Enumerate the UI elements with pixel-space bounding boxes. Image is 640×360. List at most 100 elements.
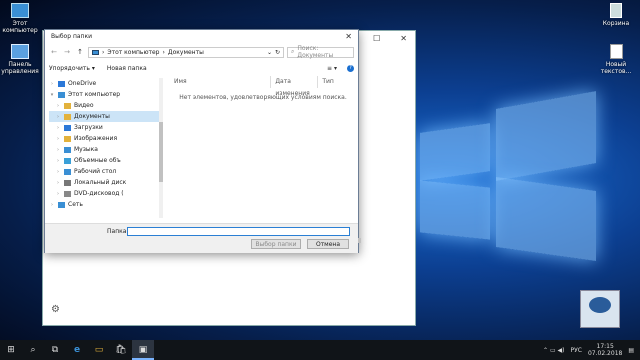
column-header-type[interactable]: Тип [318,76,352,88]
desktop-icon-label: Панель управления [1,61,39,75]
search-icon: ⌕ [291,48,295,55]
cancel-button[interactable]: Отмена [307,239,349,249]
close-icon[interactable]: ✕ [345,32,352,41]
file-explorer-icon[interactable]: ▭ [88,345,110,355]
tree-item-label: Сеть [68,201,83,208]
expand-arrow-icon[interactable]: › [55,180,61,186]
tree-item[interactable]: › Документы [49,111,159,122]
clock-date: 07.02.2018 [587,350,623,357]
local-disk-icon [64,179,71,186]
edge-icon[interactable]: e [66,345,88,355]
store-icon[interactable]: 🛍 [110,345,132,355]
desktop-icon-text-document[interactable]: Новый текстов... [596,44,636,75]
select-folder-button[interactable]: Выбор папки [251,239,301,249]
video-folder-icon [64,102,71,109]
help-icon[interactable]: ? [347,64,354,72]
expand-arrow-icon[interactable]: › [55,158,61,164]
downloads-folder-icon [64,124,71,131]
start-button[interactable]: ⊞ [0,345,22,355]
clock-time: 17:15 [596,343,614,350]
active-app-icon[interactable]: ▣ [132,340,154,360]
tree-item-label: Музыка [74,146,98,153]
expand-arrow-icon[interactable]: › [49,202,55,208]
desktop-icon-control-panel[interactable]: Панель управления [0,44,40,75]
expand-arrow-icon[interactable]: › [55,114,61,120]
column-headers: Имя Дата изменения Тип [170,76,352,97]
tree-item-label: OneDrive [68,80,97,87]
column-header-name[interactable]: Имя [170,76,272,88]
tree-item-label: DVD-дисковод ( [74,190,124,197]
tree-item[interactable]: › Музыка [49,144,159,155]
tree-item[interactable]: › DVD-дисковод ( [49,188,159,199]
tree-item[interactable]: ▾ Этот компьютер [49,89,159,100]
search-input[interactable]: ⌕ Поиск: Документы [287,45,354,59]
folder-label: Папка: [107,228,129,235]
scrollbar-thumb[interactable] [159,122,163,182]
notifications-icon[interactable]: ▤ [628,347,634,354]
tree-item[interactable]: › OneDrive [49,78,159,89]
tree-item-label: Объемные объ [74,157,121,164]
clock[interactable]: 17:15 07.02.2018 [588,343,622,357]
view-options-button[interactable]: ≡ ▾ [327,65,337,72]
tree-item[interactable]: › Видео [49,100,159,111]
empty-message: Нет элементов, удовлетворяющих условиям … [179,94,347,101]
search-placeholder: Поиск: Документы [297,45,334,59]
task-view-icon[interactable]: ⧉ [44,345,66,355]
breadcrumb-separator: › [102,48,105,56]
address-bar[interactable]: › Этот компьютер › Документы ⌄ ↻ [88,46,284,58]
tree-item[interactable]: › Сеть [49,199,159,210]
tree-item-label: Изображения [74,135,118,142]
tray-icons[interactable]: ⌃ ▭ ◀) [543,347,564,354]
expand-arrow-icon[interactable]: › [55,125,61,131]
desktop-icon-recycle-bin[interactable]: Корзина [596,3,636,27]
column-header-date[interactable]: Дата изменения [271,76,319,97]
music-folder-icon [64,146,71,153]
chevron-down-icon[interactable]: ⌄ [267,49,272,56]
desktop-icon-this-pc[interactable]: Этот компьютер [0,3,40,34]
back-arrow-icon[interactable]: ← [49,48,59,56]
forward-arrow-icon[interactable]: → [62,48,72,56]
toolbar: Упорядочить ▾ Новая папка ≡ ▾ ? [49,62,354,74]
expand-arrow-icon[interactable]: › [55,103,61,109]
breadcrumb-documents[interactable]: Документы [168,49,204,56]
organize-button[interactable]: Упорядочить ▾ [49,65,95,72]
pictures-folder-icon [64,135,71,142]
breadcrumb-this-pc[interactable]: Этот компьютер [107,49,159,56]
search-icon[interactable]: ⌕ [22,345,44,355]
gear-icon[interactable]: ⚙ [51,304,60,315]
tree-item[interactable]: › Локальный диск [49,177,159,188]
expand-arrow-icon[interactable]: › [55,191,61,197]
text-document-icon [609,44,623,59]
expand-arrow-icon[interactable]: › [55,136,61,142]
tree-item[interactable]: › Рабочий стол [49,166,159,177]
taskbar: ⊞ ⌕ ⧉ e ▭ 🛍 ▣ ⌃ ▭ ◀) РУС 17:15 07.02.201… [0,340,640,360]
3d-objects-folder-icon [64,157,71,164]
desktop-icon-label: Этот компьютер [2,20,38,34]
control-panel-icon [11,44,29,59]
tree-item-label: Рабочий стол [74,168,117,175]
tree-item[interactable]: › Объемные объ [49,155,159,166]
expand-arrow-icon[interactable]: ▾ [49,92,55,98]
tree-item-label: Документы [74,113,110,120]
dvd-drive-icon [64,190,71,197]
tree-item-label: Загрузки [74,124,103,131]
tree-item[interactable]: › Изображения [49,133,159,144]
expand-arrow-icon[interactable]: › [55,169,61,175]
up-arrow-icon[interactable]: ↑ [75,48,85,56]
tree-item[interactable]: › Загрузки [49,122,159,133]
expand-arrow-icon[interactable]: › [55,147,61,153]
maximize-button[interactable]: ☐ [373,34,380,43]
folder-input[interactable] [127,227,350,236]
dialog-title: Выбор папки [51,33,92,40]
navigation-tree[interactable]: › OneDrive ▾ Этот компьютер › Видео › Документы… [49,78,159,246]
expand-arrow-icon[interactable]: › [49,81,55,87]
computer-icon [92,49,99,55]
new-folder-button[interactable]: Новая папка [107,65,147,72]
recycle-bin-icon [610,3,622,18]
tree-scrollbar[interactable] [159,78,163,218]
tree-item-label: Видео [74,102,94,109]
refresh-icon[interactable]: ↻ [275,49,280,56]
channel-logo-image [580,290,620,328]
close-button[interactable]: ✕ [400,34,407,43]
language-indicator[interactable]: РУС [571,347,582,354]
